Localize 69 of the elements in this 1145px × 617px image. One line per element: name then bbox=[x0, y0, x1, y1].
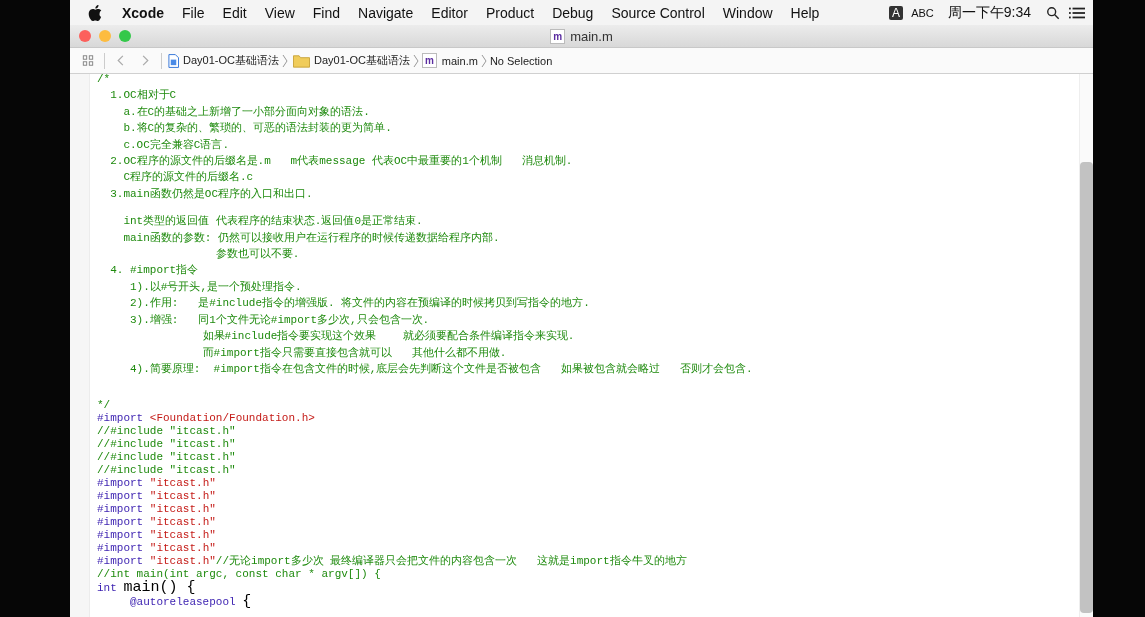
search-icon[interactable] bbox=[1045, 5, 1061, 20]
code-line: #import "itcast.h" bbox=[97, 529, 217, 543]
code-line: 如果#include指令要实现这个效果 就必须要配合条件编译指令来实现. bbox=[201, 329, 576, 345]
file-icon: m bbox=[550, 28, 566, 44]
list-icon[interactable] bbox=[1069, 5, 1085, 20]
code-line: 1.OC相对于C bbox=[109, 88, 178, 104]
code-line: main函数的参数: 仍然可以接收用户在运行程序的时候传递数据给程序内部. bbox=[122, 230, 501, 246]
input-source-icon[interactable]: A bbox=[889, 5, 904, 20]
code-line: b.将C的复杂的、繁琐的、可恶的语法封装的更为简单. bbox=[122, 121, 393, 137]
menu-item[interactable]: Product bbox=[485, 4, 535, 21]
code-line: 2.OC程序的源文件的后缀名是.m m代表message 代表OC中最重要的1个机制 消息机制. bbox=[109, 154, 574, 170]
code-line: #import <Foundation/Foundation.h> bbox=[97, 412, 316, 426]
code-line: //#include "itcast.h" bbox=[97, 425, 237, 439]
scrollbar[interactable] bbox=[1079, 74, 1093, 617]
menu-item[interactable]: Xcode bbox=[122, 4, 164, 21]
code-line: #import "itcast.h"//无论import多少次 最终编译器只会把文件的内容包含一次 这就是import指令牛叉的地方 bbox=[97, 555, 688, 569]
code-line: 4. #import指令 bbox=[109, 263, 200, 279]
breadcrumb[interactable]: Day01-OC基础语法 bbox=[313, 53, 410, 68]
code-line: @autoreleasepool { bbox=[130, 595, 253, 610]
menu-item[interactable]: Source Control bbox=[611, 4, 705, 21]
code-line: a.在C的基础之上新增了一小部分面向对象的语法. bbox=[122, 104, 371, 120]
code-line: #import "itcast.h" bbox=[97, 477, 217, 491]
code-line: 3.main函数仍然是OC程序的入口和出口. bbox=[109, 186, 314, 202]
code-line: #import "itcast.h" bbox=[97, 516, 217, 530]
menu-item[interactable]: Window bbox=[722, 4, 773, 21]
menu-item[interactable]: Editor bbox=[431, 4, 468, 21]
close-button[interactable] bbox=[79, 30, 91, 42]
menu-item[interactable]: View bbox=[264, 4, 295, 21]
code-line: //#include "itcast.h" bbox=[97, 438, 237, 452]
code-line: //#include "itcast.h" bbox=[97, 464, 237, 478]
breadcrumb[interactable]: main.m bbox=[441, 54, 478, 67]
breadcrumb[interactable]: No Selection bbox=[489, 54, 553, 67]
menu-item[interactable]: Find bbox=[312, 4, 341, 21]
code-line: 4).简要原理: #import指令在包含文件的时候,底层会先判断这个文件是否被包含 如果被包含就会略过 否则才会包含. bbox=[129, 361, 754, 377]
code-line: #import "itcast.h" bbox=[97, 542, 217, 556]
folder-icon bbox=[292, 53, 310, 68]
zoom-button[interactable] bbox=[119, 30, 131, 42]
code-line: #import "itcast.h" bbox=[97, 503, 217, 517]
menu-item[interactable]: Debug bbox=[552, 4, 594, 21]
chevron-icon bbox=[480, 53, 487, 68]
code-line: int类型的返回值 代表程序的结束状态.返回值0是正常结束. bbox=[122, 214, 424, 230]
code-line: 2).作用: 是#include指令的增强版. 将文件的内容在预编译的时候拷贝到写指令的地方. bbox=[129, 296, 591, 312]
chevron-icon bbox=[281, 53, 288, 68]
code-line: int main() { bbox=[97, 581, 197, 596]
window-title: main.m bbox=[570, 28, 613, 44]
code-line: */ bbox=[97, 399, 112, 413]
menu-item[interactable]: Navigate bbox=[358, 4, 414, 21]
minimize-button[interactable] bbox=[99, 30, 111, 42]
file-icon: m bbox=[421, 53, 437, 68]
menu-clock[interactable]: 周一下午9:34 bbox=[947, 3, 1031, 22]
code-line: /* bbox=[97, 74, 112, 87]
input-source-label: ABC bbox=[911, 6, 934, 19]
menu-item[interactable]: Help bbox=[790, 4, 820, 21]
apple-logo-icon[interactable] bbox=[88, 4, 102, 21]
code-line: //int main(int argc, const char * argv[]) { bbox=[97, 568, 382, 581]
grid-icon[interactable] bbox=[82, 54, 94, 67]
code-line: 3).增强: 同1个文件无论#import多少次,只会包含一次. bbox=[129, 312, 431, 328]
breadcrumb[interactable]: Day01-OC基础语法 bbox=[183, 53, 279, 68]
code-line: 1).以#号开头,是一个预处理指令. bbox=[129, 279, 303, 295]
code-line: c.OC完全兼容C语言. bbox=[122, 137, 230, 153]
project-icon bbox=[168, 53, 179, 68]
code-line: 参数也可以不要. bbox=[214, 247, 301, 263]
code-line: 而#import指令只需要直接包含就可以 其他什么都不用做. bbox=[201, 345, 508, 361]
code-line: #import "itcast.h" bbox=[97, 490, 217, 504]
chevron-icon bbox=[412, 53, 419, 68]
code-line: //#include "itcast.h" bbox=[97, 451, 237, 465]
code-line: C程序的源文件的后缀名.c bbox=[122, 170, 255, 186]
menu-item[interactable]: File bbox=[182, 4, 205, 21]
menu-item[interactable]: Edit bbox=[222, 4, 247, 21]
